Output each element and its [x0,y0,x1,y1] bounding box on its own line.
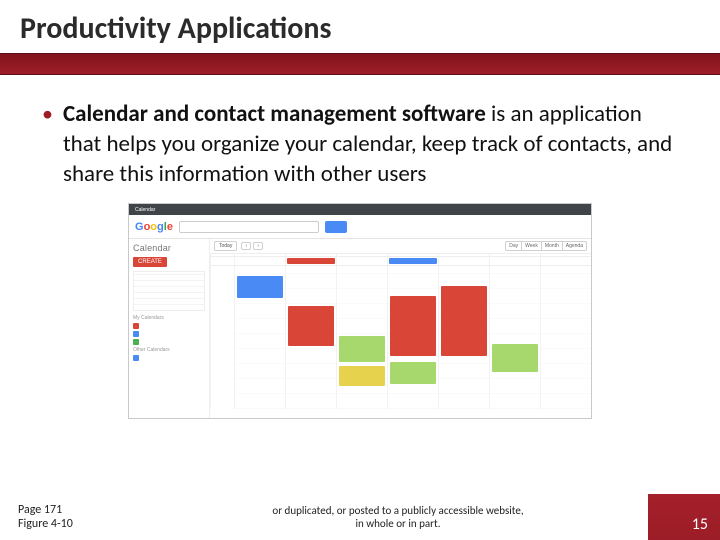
cal-item[interactable] [133,339,205,345]
calendar-grid: Today ‹› Day Week Month Agenda [209,239,591,418]
event[interactable] [288,306,334,346]
view-switcher[interactable]: Day Week Month Agenda [505,241,587,251]
event[interactable] [237,276,283,298]
event[interactable] [339,366,385,386]
app-name: Calendar [133,243,205,253]
other-calendars-label: Other Calendars [133,347,205,353]
sidebar: Calendar CREATE My Calendars Other Calen… [129,239,209,418]
my-calendars-label: My Calendars [133,315,205,321]
create-button[interactable]: CREATE [133,257,167,267]
bullet-marker: • [42,99,53,189]
calendar-toolbar: Today ‹› Day Week Month Agenda [210,239,591,254]
event[interactable] [339,336,385,362]
browser-titlebar: Calendar [129,204,591,215]
slide: Productivity Applications • Calendar and… [0,0,720,540]
allday-event[interactable] [287,258,335,264]
calendar-screenshot: Calendar Google Calendar CREATE My Calen… [128,203,592,419]
event[interactable] [492,344,538,372]
time-grid[interactable] [210,266,591,409]
calendar-list: My Calendars Other Calendars [133,315,205,361]
slide-body: • Calendar and contact management softwa… [0,75,720,419]
view-month[interactable]: Month [542,242,563,250]
prev-button[interactable]: ‹ [241,242,251,250]
app-header: Google [129,215,591,239]
cal-item[interactable] [133,323,205,329]
bullet-text: Calendar and contact management software… [63,99,678,189]
event[interactable] [441,286,487,356]
figure-ref: Figure 4-10 [18,517,148,531]
footer: Page 171 Figure 4-10 or duplicated, or p… [0,494,720,540]
legal-line-1: or duplicated, or posted to a publicly a… [148,504,648,517]
bullet-bold: Calendar and contact management software [63,100,486,128]
bullet-item: • Calendar and contact management softwa… [42,99,678,189]
cal-item[interactable] [133,355,205,361]
allday-event[interactable] [389,258,437,264]
event[interactable] [390,362,436,384]
page-ref: Page 171 [18,503,148,517]
cal-item[interactable] [133,331,205,337]
mini-month[interactable] [133,271,205,311]
slide-title: Productivity Applications [20,10,700,47]
title-divider [0,53,720,75]
browser-tab: Calendar [135,207,155,213]
slide-number-box: 15 [648,494,720,540]
footer-left: Page 171 Figure 4-10 [0,503,148,531]
view-week[interactable]: Week [522,242,542,250]
event[interactable] [390,296,436,356]
allday-row [210,257,591,266]
search-input[interactable] [179,221,319,233]
next-button[interactable]: › [253,242,263,250]
slide-number: 15 [692,515,708,534]
today-button[interactable]: Today [214,241,237,251]
legal-line-2: in whole or in part. [148,517,648,530]
footer-legal: or duplicated, or posted to a publicly a… [148,504,648,530]
view-day[interactable]: Day [506,242,522,250]
view-agenda[interactable]: Agenda [563,242,586,250]
google-logo: Google [135,221,173,233]
search-button[interactable] [325,221,347,233]
title-block: Productivity Applications [0,0,720,53]
